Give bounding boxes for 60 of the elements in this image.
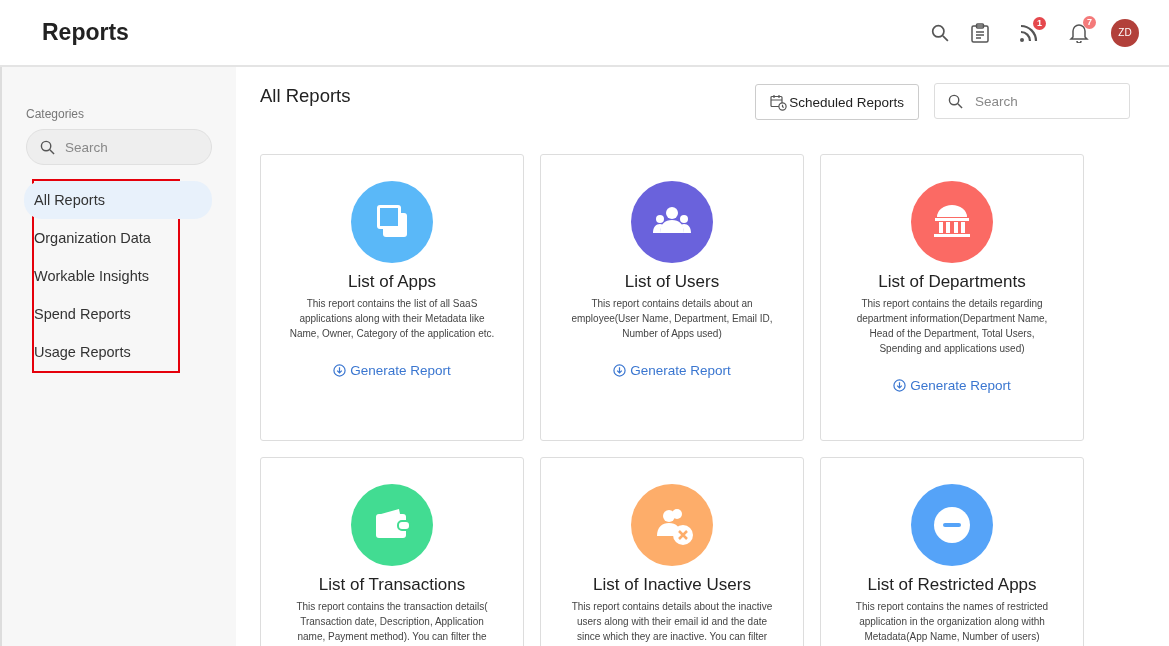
card-description: applications along with their Metadata like xyxy=(299,312,485,326)
card-title: List of Transactions xyxy=(318,575,466,595)
report-card[interactable]: List of Users This report contains details about an employee(User Name, Department, Email ID, Number of Apps used) Generate Report xyxy=(540,154,804,441)
report-card[interactable]: List of Restricted Apps This report contains the names of restricted application in the organization along withh Metadata(App Name, Number of users) xyxy=(820,457,1084,646)
category-item[interactable]: Organization Data xyxy=(24,219,178,257)
notification-count: 1 xyxy=(1033,16,1046,30)
generate-report-link[interactable]: Generate Report xyxy=(613,363,731,378)
page-title: Reports xyxy=(42,19,130,46)
download-icon xyxy=(333,364,347,377)
calendar-clock-icon xyxy=(770,93,788,111)
search-field[interactable]: Search xyxy=(934,83,1130,119)
sidebar-heading: Categories xyxy=(26,107,86,121)
notification-count: 7 xyxy=(1083,16,1096,29)
download-icon xyxy=(893,379,907,392)
card-title: List of Inactive Users xyxy=(593,575,751,595)
card-description: Metadata(App Name, Number of users) xyxy=(864,630,1040,644)
card-description: department information(Department Name, xyxy=(856,312,1048,326)
search-input[interactable]: Search xyxy=(63,138,187,156)
card-description: This report contains the transaction details( xyxy=(296,600,488,614)
card-description: application in the organization along withh xyxy=(859,615,1045,629)
generate-report-link[interactable]: Generate Report xyxy=(333,363,451,378)
category-item[interactable]: Usage Reports xyxy=(24,333,178,371)
feed-icon[interactable] xyxy=(1019,22,1039,43)
card-description: name, Payment method). You can filter the xyxy=(297,630,487,644)
card-description: Name, Owner, Category of the application etc. xyxy=(289,327,495,341)
download-icon xyxy=(613,364,627,377)
user-avatar[interactable]: ZD xyxy=(1111,18,1139,47)
report-card[interactable]: List of Departments This report contains the details regarding department information(Department Name, Head of the Department, Total Users, Spending and applications used) Generate Report xyxy=(820,154,1084,441)
category-item[interactable]: All Reports xyxy=(24,181,212,219)
section-title: All Reports xyxy=(260,84,352,107)
report-card[interactable]: List of Transactions This report contains the transaction details( Transaction date, Description, Application name, Payment method). You can filter the xyxy=(260,457,524,646)
category-item[interactable]: Spend Reports xyxy=(24,295,178,333)
card-description: employee(User Name, Department, Email ID, xyxy=(571,312,773,326)
card-description: Head of the Department, Total Users, xyxy=(869,327,1035,341)
bell-icon[interactable] xyxy=(1069,22,1089,43)
card-description: since which they are inactive. You can filter xyxy=(576,630,768,644)
report-card[interactable]: List of Inactive Users This report contains details about the inactive users along with their email id and the date since which they are inactive. You can filter xyxy=(540,457,804,646)
card-description: Number of Apps used) xyxy=(622,327,722,341)
scheduled-reports-button[interactable]: Scheduled Reports xyxy=(755,84,919,120)
card-description: users along with their email id and the date xyxy=(576,615,768,629)
search-input[interactable]: Search xyxy=(973,92,1097,110)
category-item[interactable]: Workable Insights xyxy=(24,257,178,295)
search-icon[interactable] xyxy=(931,23,949,42)
card-title: List of Restricted Apps xyxy=(867,575,1037,595)
card-title: List of Apps xyxy=(348,272,436,292)
search-field[interactable]: Search xyxy=(26,129,212,165)
card-description: This report contains the details regarding xyxy=(861,297,1043,311)
card-description: This report contains details about the inactive xyxy=(571,600,773,614)
card-description: Transaction date, Description, Application xyxy=(300,615,484,629)
clipboard-icon[interactable] xyxy=(971,22,989,43)
report-card[interactable]: List of Apps This report contains the list of all SaaS applications along with their Metadata like Name, Owner, Category of the application etc. Generate Report xyxy=(260,154,524,441)
card-description: This report contains the list of all SaaS xyxy=(306,297,478,311)
generate-report-link[interactable]: Generate Report xyxy=(893,378,1011,393)
search-icon xyxy=(948,93,963,109)
search-icon xyxy=(40,139,55,155)
card-description: This report contains details about an xyxy=(591,297,753,311)
card-title: List of Users xyxy=(624,272,720,292)
card-title: List of Departments xyxy=(878,272,1026,292)
card-description: Spending and applications used) xyxy=(879,342,1025,356)
card-description: This report contains the names of restricted xyxy=(855,600,1049,614)
